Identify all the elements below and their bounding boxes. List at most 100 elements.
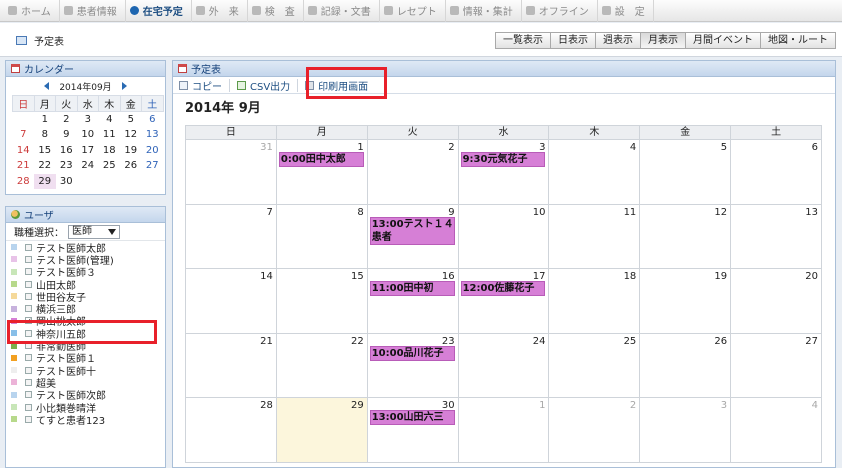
user-checkbox[interactable] — [25, 391, 32, 399]
nav-item-0[interactable]: ホーム — [4, 0, 60, 22]
mini-calendar-day[interactable]: 19 — [120, 143, 142, 159]
user-item[interactable]: てすと患者123 — [6, 413, 165, 427]
prev-month-icon[interactable] — [44, 82, 50, 90]
copy-button[interactable]: コピー — [179, 78, 230, 93]
nav-item-6[interactable]: レセプト — [380, 0, 446, 22]
nav-item-5[interactable]: 記録・文書 — [304, 0, 380, 22]
nav-item-7[interactable]: 情報・集計 — [446, 0, 522, 22]
mini-calendar-day[interactable]: 28 — [13, 174, 35, 190]
nav-item-1[interactable]: 患者情報 — [60, 0, 126, 22]
user-checkbox[interactable] — [25, 255, 32, 263]
day-cell[interactable]: 13 — [731, 204, 823, 269]
mini-calendar-day[interactable]: 26 — [120, 158, 142, 174]
view-button-0[interactable]: 一覧表示 — [495, 32, 551, 49]
schedule-event[interactable]: 10:00品川花子 — [369, 345, 455, 361]
mini-calendar-day[interactable]: 23 — [56, 158, 78, 174]
mini-calendar-day[interactable]: 15 — [34, 143, 56, 159]
mini-calendar-day[interactable]: 6 — [142, 112, 164, 128]
mini-calendar-day[interactable]: 30 — [56, 174, 78, 190]
user-item[interactable]: テスト医師３ — [6, 266, 165, 279]
mini-calendar-day[interactable]: 7 — [13, 127, 35, 143]
user-checkbox[interactable] — [25, 403, 32, 411]
mini-calendar-day[interactable]: 12 — [120, 127, 142, 143]
day-cell[interactable]: 10 — [458, 204, 550, 269]
mini-calendar-day[interactable]: 17 — [77, 143, 99, 159]
day-cell[interactable]: 23 10:00品川花子 — [367, 333, 459, 398]
day-cell[interactable]: 28 — [186, 398, 277, 463]
user-checkbox[interactable] — [25, 305, 32, 313]
day-cell[interactable]: 20 — [731, 269, 823, 334]
day-cell[interactable]: 11 — [549, 204, 641, 269]
day-cell[interactable]: 26 — [640, 333, 732, 398]
user-checkbox[interactable] — [25, 354, 32, 362]
csv-export-button[interactable]: CSV出力 — [237, 78, 299, 93]
day-cell[interactable]: 6 — [731, 140, 823, 205]
user-checkbox[interactable] — [25, 415, 32, 423]
day-cell[interactable]: 3 9:30元気花子 — [458, 140, 550, 205]
day-cell[interactable]: 2 — [367, 140, 459, 205]
day-cell[interactable]: 1 0:00田中太郎 — [276, 140, 368, 205]
schedule-event[interactable]: 11:00田中初 — [369, 281, 455, 296]
mini-calendar-day[interactable]: 9 — [56, 127, 78, 143]
day-cell[interactable]: 22 — [276, 333, 368, 398]
day-cell[interactable]: 30 13:00山田六三 — [367, 398, 459, 463]
day-cell[interactable]: 19 — [640, 269, 732, 334]
mini-calendar-day[interactable]: 29 — [34, 173, 56, 189]
view-button-5[interactable]: 地図・ルート — [760, 32, 836, 49]
user-checkbox[interactable] — [25, 243, 32, 251]
nav-item-9[interactable]: 設 定 — [598, 0, 654, 22]
day-cell[interactable]: 7 — [186, 204, 277, 269]
mini-calendar-day[interactable]: 20 — [142, 143, 164, 159]
view-button-3[interactable]: 月表示 — [640, 32, 686, 49]
day-cell[interactable]: 9 13:00テスト１４患者 — [367, 204, 459, 269]
schedule-event[interactable]: 12:00佐藤花子 — [460, 281, 546, 296]
view-button-4[interactable]: 月間イベント — [685, 32, 761, 49]
day-cell[interactable]: 16 11:00田中初 — [367, 269, 459, 334]
user-item[interactable]: テスト医師十 — [6, 364, 165, 378]
nav-item-2[interactable]: 在宅予定 — [126, 0, 192, 22]
day-cell[interactable]: 24 — [458, 333, 550, 398]
mini-calendar-day[interactable]: 4 — [99, 112, 121, 128]
day-cell[interactable]: 17 12:00佐藤花子 — [458, 269, 550, 334]
day-cell[interactable]: 12 — [640, 204, 732, 269]
mini-calendar-day[interactable]: 24 — [77, 158, 99, 174]
user-checkbox[interactable] — [25, 378, 32, 386]
user-checkbox[interactable] — [25, 280, 32, 288]
day-cell[interactable]: 18 — [549, 269, 641, 334]
user-item[interactable]: 世田谷友子 — [6, 290, 165, 304]
day-cell[interactable]: 21 — [186, 333, 277, 398]
day-cell[interactable]: 31 — [186, 140, 277, 205]
schedule-event[interactable]: 13:00テスト１４患者 — [369, 216, 455, 245]
day-cell[interactable]: 14 — [186, 269, 277, 334]
nav-item-8[interactable]: オフライン — [522, 0, 598, 22]
mini-calendar-day[interactable]: 5 — [120, 112, 142, 128]
day-cell[interactable]: 25 — [549, 333, 641, 398]
day-cell[interactable]: 1 — [458, 398, 550, 463]
view-button-1[interactable]: 日表示 — [550, 32, 596, 49]
day-cell[interactable]: 5 — [640, 140, 732, 205]
view-button-2[interactable]: 週表示 — [595, 32, 641, 49]
day-cell[interactable]: 3 — [640, 398, 732, 463]
next-month-icon[interactable] — [121, 82, 127, 90]
occupation-select[interactable]: 医師 — [68, 224, 120, 239]
schedule-event[interactable]: 13:00山田六三 — [369, 410, 455, 425]
day-cell[interactable]: 27 — [731, 333, 823, 398]
mini-calendar-day[interactable]: 11 — [99, 127, 121, 143]
mini-calendar-day[interactable]: 8 — [34, 127, 56, 143]
day-cell[interactable]: 15 — [276, 269, 368, 334]
schedule-event[interactable]: 0:00田中太郎 — [278, 152, 364, 167]
mini-calendar-day[interactable]: 2 — [56, 112, 78, 128]
user-checkbox[interactable] — [25, 292, 32, 300]
mini-calendar-day[interactable]: 16 — [56, 143, 78, 159]
day-cell[interactable]: 29 — [276, 398, 368, 463]
user-checkbox[interactable] — [25, 268, 32, 276]
mini-calendar-day[interactable]: 13 — [142, 127, 164, 143]
mini-calendar-day[interactable]: 25 — [99, 158, 121, 174]
mini-calendar-day[interactable]: 14 — [13, 143, 35, 159]
day-cell[interactable]: 4 — [731, 398, 823, 463]
nav-item-4[interactable]: 検 査 — [248, 0, 304, 22]
schedule-event[interactable]: 9:30元気花子 — [460, 152, 546, 167]
mini-calendar-day[interactable]: 1 — [34, 112, 56, 128]
user-checkbox[interactable] — [25, 366, 32, 374]
mini-calendar-day[interactable]: 10 — [77, 127, 99, 143]
